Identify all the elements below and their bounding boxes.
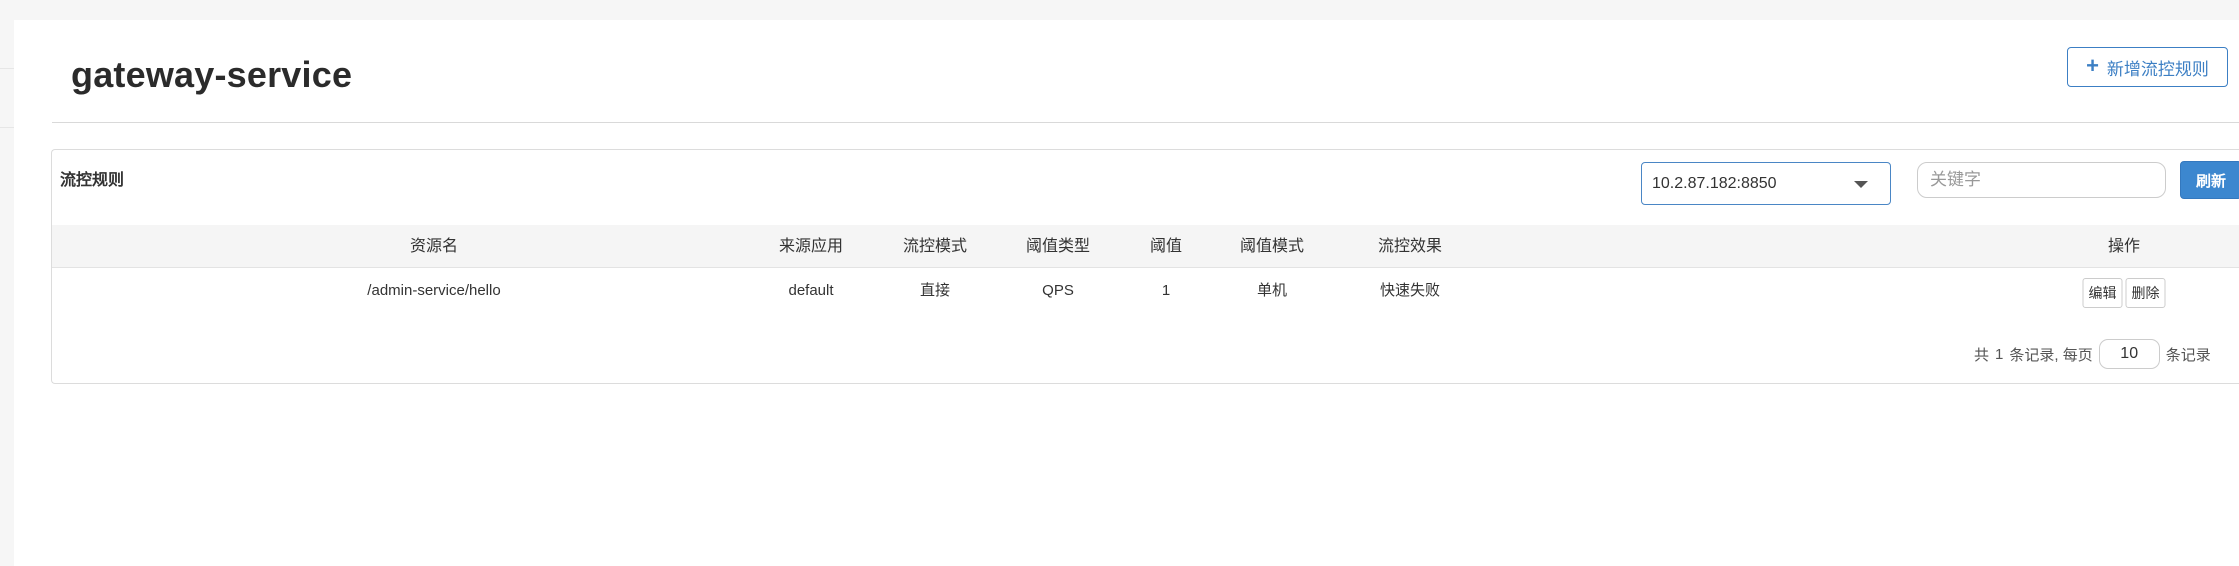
panel-heading: 流控规则 (60, 172, 125, 189)
cell-origin: default (788, 282, 834, 299)
cell-threshold: 1 (1161, 282, 1171, 299)
page-size-input[interactable] (2098, 339, 2160, 369)
left-edge-strip (0, 0, 14, 566)
divider (0, 68, 14, 69)
actions-cell: 编辑 删除 (2082, 278, 2166, 308)
edit-button[interactable]: 编辑 (2082, 278, 2123, 308)
machine-select-value: 10.2.87.182:8850 (1652, 174, 1777, 192)
page-title: gateway-service (71, 54, 353, 95)
delete-button[interactable]: 删除 (2125, 278, 2166, 308)
column-header-threshold-type[interactable]: 阈值类型 (1026, 225, 1090, 268)
refresh-button[interactable]: 刷新 (2180, 161, 2239, 199)
pagination-prefix: 共 (1974, 346, 1990, 364)
pagination-total: 1 (1995, 345, 2004, 363)
cell-mode: 直接 (919, 282, 951, 299)
column-header-effect[interactable]: 流控效果 (1378, 225, 1442, 268)
pagination-suffix: 条记录 (2165, 346, 2211, 364)
pagination-middle: 条记录, 每页 (2009, 346, 2093, 364)
cell-resource: /admin-service/hello (367, 282, 501, 299)
column-header-mode[interactable]: 流控模式 (903, 225, 967, 268)
search-input[interactable] (1917, 162, 2166, 198)
pagination: 共 1 条记录, 每页 条记录 (1974, 338, 2211, 370)
table-header: 资源名 来源应用 流控模式 阈值类型 阈值 阈值模式 流控效果 操作 (52, 225, 2239, 268)
machine-select[interactable]: 10.2.87.182:8850 (1641, 162, 1891, 205)
cell-threshold-type: QPS (1042, 282, 1074, 299)
main-content: gateway-service + 新增流控规则 流控规则 10.2.87.18… (14, 20, 2239, 566)
column-header-threshold[interactable]: 阈值 (1150, 225, 1182, 268)
plus-icon: + (2086, 53, 2099, 78)
column-header-resource[interactable]: 资源名 (410, 225, 458, 268)
table-row: /admin-service/hello default 直接 QPS 1 单机… (52, 268, 2239, 314)
column-header-threshold-mode[interactable]: 阈值模式 (1240, 225, 1304, 268)
add-flow-rule-label: 新增流控规则 (2106, 59, 2209, 79)
title-divider (52, 122, 2239, 123)
cell-effect: 快速失败 (1379, 282, 1441, 299)
chevron-down-icon (1854, 181, 1868, 188)
column-header-origin[interactable]: 来源应用 (779, 225, 843, 268)
cell-threshold-mode: 单机 (1256, 282, 1288, 299)
column-header-actions: 操作 (2107, 238, 2141, 255)
flow-rules-panel: 流控规则 10.2.87.182:8850 刷新 资源名 来源应用 流控模式 阈… (51, 149, 2239, 384)
add-flow-rule-button[interactable]: + 新增流控规则 (2067, 47, 2228, 87)
divider (0, 127, 14, 128)
